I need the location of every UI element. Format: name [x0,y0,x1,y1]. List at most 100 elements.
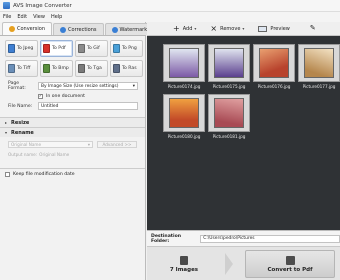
chevron-right-icon: ▸ [5,120,8,125]
destination-input[interactable]: C:\Users\pedro\Pictures [200,234,340,243]
to-ras-button[interactable]: To Ras [110,60,143,77]
format-label: To Ras [122,66,137,71]
bmp-icon [43,64,50,73]
corrections-icon [60,26,67,33]
page-format-row: Page Format: By Image Size (Use resize s… [0,81,145,91]
app-icon [3,2,10,9]
file-name-label: File Name: [8,103,33,109]
image-thumbnail[interactable]: Picture0181.jpg [208,94,250,139]
output-name-row: Output name: Original Name [0,150,145,158]
image-name: Picture0177.jpg [302,84,336,89]
keep-date-checkbox[interactable] [5,171,10,177]
format-label: To Tga [87,66,102,71]
preview-button[interactable]: Preview [258,25,290,32]
advanced-button[interactable]: Advanced >> [97,141,137,148]
conversion-icon [9,26,15,32]
edit-button[interactable]: ✎ [310,25,319,32]
window-title: AVS Image Converter [13,2,72,9]
image-thumbnail[interactable]: Picture0177.jpg [298,44,340,89]
rename-template-select[interactable]: Original Name ▾ [8,141,93,148]
tab-conversion[interactable]: Conversion [2,22,53,35]
resize-label: Resize [11,119,30,126]
images-icon [180,255,188,265]
file-name-value: Untitled [41,103,59,109]
image-thumbnail[interactable]: Picture0175.jpg [208,44,250,89]
format-label: To Pdf [52,46,66,51]
format-buttons: To Jpeg To Pdf To Gif To Png To Tiff To … [0,36,145,79]
ras-icon [113,64,120,73]
remove-button[interactable]: × Remove ▾ [210,24,244,33]
format-label: To Bmp [52,66,69,71]
page-format-label: Page Format: [8,81,26,91]
main-area: + Add ▾ × Remove ▾ Preview ✎ Picture0174… [147,22,340,280]
thumbnail-frame [208,44,250,82]
thumbnail-image [214,98,244,128]
tab-label: Corrections [68,26,97,33]
output-name-label: Output name: [8,151,38,157]
thumbnail-frame [298,44,340,82]
image-name: Picture0174.jpg [167,84,201,89]
tab-bar: Conversion Corrections Watermark [0,22,155,36]
format-label: To Png [122,46,137,51]
image-thumbnail[interactable]: Picture0180.jpg [163,94,205,139]
destination-value: C:\Users\pedro\Pictures [203,236,255,241]
image-thumbnail[interactable]: Picture0174.jpg [163,44,205,89]
page-format-select[interactable]: By Image Size (Use resize settings) ▾ [38,82,138,90]
pdf-icon [285,255,295,265]
plus-icon: + [173,23,180,33]
thumbnail-image [304,48,334,78]
preview-label: Preview [270,25,290,32]
menu-help[interactable]: Help [51,14,62,20]
to-tga-button[interactable]: To Tga [75,60,108,77]
menu-edit[interactable]: Edit [17,14,27,20]
file-name-input[interactable]: Untitled [38,102,138,110]
to-jpeg-button[interactable]: To Jpeg [5,40,38,57]
settings-panel: Conversion Corrections Watermark To Jpeg… [0,22,155,280]
image-name: Picture0175.jpg [212,84,246,89]
thumbnail-image [169,48,199,78]
to-gif-button[interactable]: To Gif [75,40,108,57]
thumbnail-frame [253,44,295,82]
add-button[interactable]: + Add ▾ [173,23,196,33]
image-count-label: 7 Images [169,266,199,273]
rename-section-header[interactable]: ▾ Rename [0,127,145,137]
rename-controls: Original Name ▾ Advanced >> [0,139,145,150]
bottom-bar: 7 Images Convert to Pdf [147,246,340,280]
arrow-right-icon [225,253,233,275]
tiff-icon [8,64,15,73]
menu-file[interactable]: File [3,14,11,20]
menu-view[interactable]: View [33,14,45,20]
thumbnail-image [259,48,289,78]
to-pdf-button[interactable]: To Pdf [40,40,73,57]
tab-label: Watermark [119,26,148,33]
thumbnail-frame [163,94,205,132]
remove-label: Remove [220,25,241,32]
thumbnail-image [169,98,199,128]
pencil-icon: ✎ [309,24,316,32]
in-one-document-checkbox[interactable]: ✓ [38,93,43,99]
toolbar: + Add ▾ × Remove ▾ Preview ✎ [147,22,340,36]
resize-section-header[interactable]: ▸ Resize [0,117,145,127]
format-label: To Tiff [17,66,31,71]
title-bar: AVS Image Converter [0,0,340,12]
format-label: To Jpeg [17,46,34,51]
jpeg-icon [8,44,15,53]
rename-template-value: Original Name [11,142,42,147]
rename-label: Rename [11,129,34,136]
thumbnail-frame [163,44,205,82]
destination-label: Destination Folder: [151,233,182,244]
image-name: Picture0181.jpg [212,134,246,139]
convert-button[interactable]: Convert to Pdf [245,250,335,278]
image-name: Picture0180.jpg [167,134,201,139]
tab-corrections[interactable]: Corrections [53,23,104,35]
in-one-document-label: In one document [46,93,85,99]
to-tiff-button[interactable]: To Tiff [5,60,38,77]
image-grid: Picture0174.jpg Picture0175.jpg Picture0… [147,36,340,230]
image-thumbnail[interactable]: Picture0176.jpg [253,44,295,89]
add-label: Add [182,25,193,32]
image-name: Picture0176.jpg [257,84,291,89]
to-png-button[interactable]: To Png [110,40,143,57]
gif-icon [78,44,85,53]
keep-date-row: Keep file modification date [0,168,145,179]
to-bmp-button[interactable]: To Bmp [40,60,73,77]
